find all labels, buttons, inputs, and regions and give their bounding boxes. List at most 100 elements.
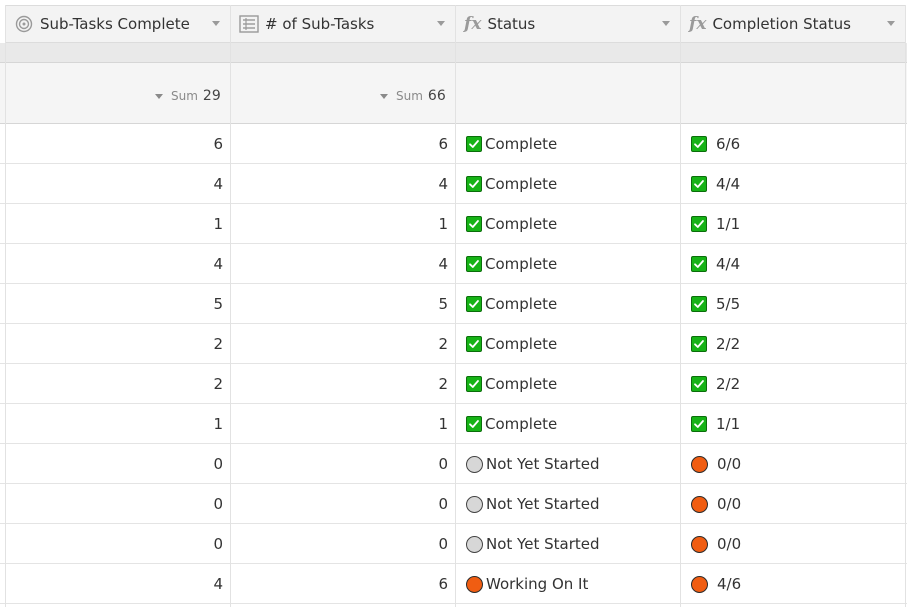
cell-status[interactable]: Complete	[466, 324, 557, 364]
chevron-down-icon[interactable]	[437, 21, 445, 26]
checkmark-icon	[466, 136, 482, 152]
cell-sub-tasks-complete[interactable]: 6	[5, 124, 223, 164]
column-header-num-sub-tasks[interactable]: # of Sub-Tasks	[230, 5, 455, 43]
column-header-label: Completion Status	[712, 15, 851, 33]
table-row[interactable]: 2 2 Complete 2/2	[0, 324, 907, 364]
cell-num-sub-tasks[interactable]: 4	[230, 164, 448, 204]
cell-sub-tasks-complete[interactable]: 5	[5, 284, 223, 324]
cell-num-sub-tasks[interactable]: 6	[230, 564, 448, 604]
cell-sub-tasks-complete[interactable]: 1	[5, 404, 223, 444]
status-label: Complete	[485, 255, 558, 273]
cell-completion-status[interactable]: 2/2	[691, 364, 740, 404]
sum-sub-tasks-complete[interactable]: Sum 29	[155, 88, 221, 104]
checkmark-icon	[691, 216, 707, 232]
cell-status[interactable]: Not Yet Started	[466, 484, 600, 524]
cell-num-sub-tasks[interactable]: 4	[230, 244, 448, 284]
column-divider[interactable]	[455, 5, 456, 607]
cell-status[interactable]: Complete	[466, 404, 557, 444]
table-row[interactable]: 5 5 Complete 5/5	[0, 284, 907, 324]
table-grid: Sub-Tasks Complete # of Sub-Tasks fx Sta…	[0, 0, 907, 607]
cell-sub-tasks-complete[interactable]: 2	[5, 324, 223, 364]
table-row[interactable]: 4 6 Working On It 4/6	[0, 564, 907, 604]
column-header-status[interactable]: fx Status	[455, 5, 680, 43]
cell-num-sub-tasks[interactable]: 0	[230, 484, 448, 524]
table-row[interactable]: 0 0 Not Yet Started 0/0	[0, 524, 907, 564]
sum-label: Sum	[396, 89, 423, 103]
cell-num-sub-tasks[interactable]: 6	[230, 124, 448, 164]
cell-num-sub-tasks[interactable]: 2	[230, 364, 448, 404]
cell-status[interactable]: Complete	[466, 244, 557, 284]
status-label: Complete	[485, 215, 558, 233]
cell-sub-tasks-complete[interactable]: 4	[5, 164, 223, 204]
cell-status[interactable]: Complete	[466, 364, 557, 404]
cell-num-sub-tasks[interactable]: 0	[230, 524, 448, 564]
cell-num-sub-tasks[interactable]: 5	[230, 284, 448, 324]
table-row[interactable]: 4 4 Complete 4/4	[0, 164, 907, 204]
checkmark-icon	[691, 176, 707, 192]
table-row[interactable]: 1 1 Complete 1/1	[0, 404, 907, 444]
table-row[interactable]: 0 0 Not Yet Started 0/0	[0, 444, 907, 484]
table-row[interactable]: 1 1 Complete 1/1	[0, 204, 907, 244]
sum-value: 29	[202, 88, 221, 104]
cell-status[interactable]: Complete	[466, 124, 557, 164]
sum-value: 66	[427, 88, 446, 104]
cell-completion-status[interactable]: 2/2	[691, 324, 740, 364]
cell-sub-tasks-complete[interactable]: 2	[5, 364, 223, 404]
cell-completion-status[interactable]: 5/5	[691, 284, 740, 324]
cell-status[interactable]: Not Yet Started	[466, 524, 600, 564]
checkmark-icon	[466, 296, 482, 312]
sum-num-sub-tasks[interactable]: Sum 66	[380, 88, 446, 104]
completion-label: 1/1	[716, 415, 741, 433]
checkmark-icon	[691, 376, 707, 392]
cell-sub-tasks-complete[interactable]: 0	[5, 484, 223, 524]
cell-status[interactable]: Working On It	[466, 564, 588, 604]
cell-num-sub-tasks[interactable]: 2	[230, 324, 448, 364]
cell-completion-status[interactable]: 4/4	[691, 164, 740, 204]
chevron-down-icon[interactable]	[212, 21, 220, 26]
completion-label: 2/2	[716, 375, 741, 393]
cell-num-sub-tasks[interactable]: 0	[230, 444, 448, 484]
completion-label: 6/6	[716, 135, 741, 153]
checkmark-icon	[691, 296, 707, 312]
cell-completion-status[interactable]: 0/0	[691, 524, 741, 564]
column-divider[interactable]	[230, 5, 231, 607]
table-row[interactable]: 2 2 Complete 2/2	[0, 364, 907, 404]
cell-sub-tasks-complete[interactable]: 4	[5, 564, 223, 604]
completion-label: 4/4	[716, 255, 741, 273]
cell-completion-status[interactable]: 1/1	[691, 204, 740, 244]
cell-sub-tasks-complete[interactable]: 1	[5, 204, 223, 244]
cell-sub-tasks-complete[interactable]: 0	[5, 444, 223, 484]
table-row[interactable]: 6 6 Complete 6/6	[0, 124, 907, 164]
cell-completion-status[interactable]: 1/1	[691, 404, 740, 444]
cell-completion-status[interactable]: 4/4	[691, 244, 740, 284]
cell-status[interactable]: Complete	[466, 284, 557, 324]
column-header-label: # of Sub-Tasks	[265, 15, 375, 33]
table-row[interactable]: 4 4 Complete 4/4	[0, 244, 907, 284]
chevron-down-icon	[155, 93, 163, 99]
orange-circle-icon	[466, 575, 483, 593]
table-row[interactable]: 0 0 Not Yet Started 0/0	[0, 484, 907, 524]
status-label: Not Yet Started	[486, 455, 600, 473]
checkmark-icon	[691, 416, 707, 432]
header-gap	[0, 43, 907, 63]
count-icon	[239, 14, 259, 34]
cell-status[interactable]: Complete	[466, 164, 557, 204]
cell-completion-status[interactable]: 0/0	[691, 484, 741, 524]
chevron-down-icon[interactable]	[887, 21, 895, 26]
chevron-down-icon[interactable]	[662, 21, 670, 26]
status-label: Complete	[485, 135, 558, 153]
column-header-sub-tasks-complete[interactable]: Sub-Tasks Complete	[5, 5, 230, 43]
cell-status[interactable]: Complete	[466, 204, 557, 244]
cell-num-sub-tasks[interactable]: 1	[230, 204, 448, 244]
cell-completion-status[interactable]: 6/6	[691, 124, 740, 164]
column-divider[interactable]	[905, 5, 906, 607]
checkmark-icon	[691, 136, 707, 152]
cell-sub-tasks-complete[interactable]: 4	[5, 244, 223, 284]
column-header-completion-status[interactable]: fx Completion Status	[680, 5, 905, 43]
cell-completion-status[interactable]: 4/6	[691, 564, 741, 604]
cell-status[interactable]: Not Yet Started	[466, 444, 600, 484]
cell-completion-status[interactable]: 0/0	[691, 444, 741, 484]
cell-num-sub-tasks[interactable]: 1	[230, 404, 448, 444]
column-divider[interactable]	[680, 5, 681, 607]
cell-sub-tasks-complete[interactable]: 0	[5, 524, 223, 564]
